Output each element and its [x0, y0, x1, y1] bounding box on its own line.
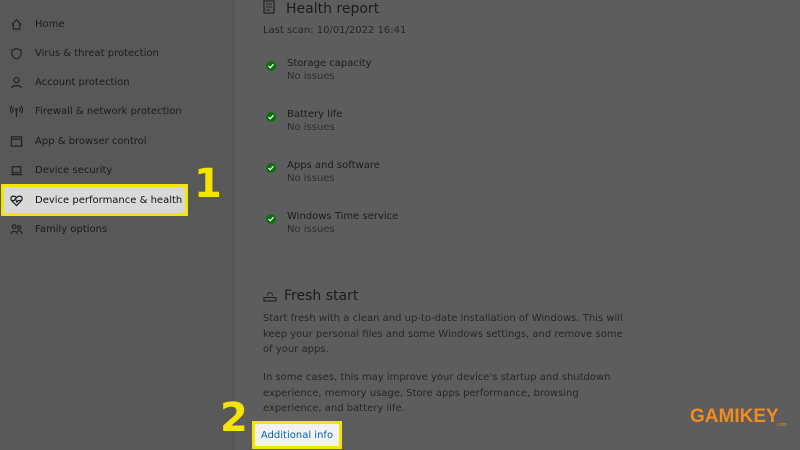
person-icon — [9, 75, 23, 89]
shield-icon — [9, 46, 23, 60]
heart-pulse-icon — [9, 193, 23, 207]
watermark-suffix: .com — [776, 422, 787, 428]
sidebar-item-home[interactable]: Home — [0, 10, 235, 38]
last-scan-text: Last scan: 10/01/2022 16:41 — [263, 25, 407, 36]
additional-info-link[interactable]: Additional info — [252, 421, 342, 449]
annotation-marker-2: 2 — [220, 395, 248, 441]
check-icon — [266, 112, 276, 122]
health-item-name: Windows Time service — [287, 211, 399, 222]
laptop-icon — [9, 163, 23, 177]
home-icon — [9, 17, 23, 31]
sidebar-item-account-protection[interactable]: Account protection — [0, 68, 235, 96]
fresh-start-benefits: In some cases, this may improve your dev… — [263, 372, 611, 414]
sidebar-item-family-options[interactable]: Family options — [0, 215, 235, 243]
health-item-status: No issues — [287, 224, 335, 235]
sidebar-item-label: Family options — [35, 223, 108, 235]
check-icon — [266, 61, 276, 71]
sidebar-item-app-browser-control[interactable]: App & browser control — [0, 127, 235, 155]
check-icon — [266, 214, 276, 224]
fresh-start-description: Start fresh with a clean and up-to-date … — [263, 313, 623, 355]
fresh-start-icon — [263, 291, 277, 302]
sidebar-item-device-performance-health[interactable]: Device performance & health — [1, 184, 188, 216]
sidebar-item-virus-threat-protection[interactable]: Virus & threat protection — [0, 39, 235, 67]
sidebar-item-label: App & browser control — [35, 135, 147, 147]
health-item-status: No issues — [287, 122, 335, 133]
health-item-status: No issues — [287, 71, 335, 82]
sidebar-item-firewall-network-protection[interactable]: Firewall & network protection — [0, 97, 235, 125]
health-report-icon — [263, 0, 275, 14]
health-item-name: Battery life — [287, 109, 343, 120]
sidebar-item-label: Firewall & network protection — [35, 105, 182, 117]
fresh-start-title: Fresh start — [284, 288, 359, 304]
browser-window-icon — [9, 134, 23, 148]
health-item-name: Storage capacity — [287, 58, 372, 69]
health-item-status: No issues — [287, 173, 335, 184]
sidebar-item-label: Device security — [35, 164, 113, 176]
health-report-title: Health report — [286, 1, 380, 17]
sidebar-item-label: Home — [35, 18, 65, 30]
watermark-logo: GAMIKEY — [690, 406, 779, 427]
sidebar-item-label: Virus & threat protection — [35, 47, 159, 59]
annotation-marker-1: 1 — [194, 161, 222, 207]
health-item-name: Apps and software — [287, 160, 380, 171]
antenna-icon — [9, 104, 23, 118]
sidebar-item-label: Device performance & health — [35, 194, 183, 206]
check-icon — [266, 163, 276, 173]
family-icon — [9, 222, 23, 236]
sidebar: Home Virus & threat protection Account p… — [0, 0, 235, 450]
sidebar-item-label: Account protection — [35, 76, 130, 88]
